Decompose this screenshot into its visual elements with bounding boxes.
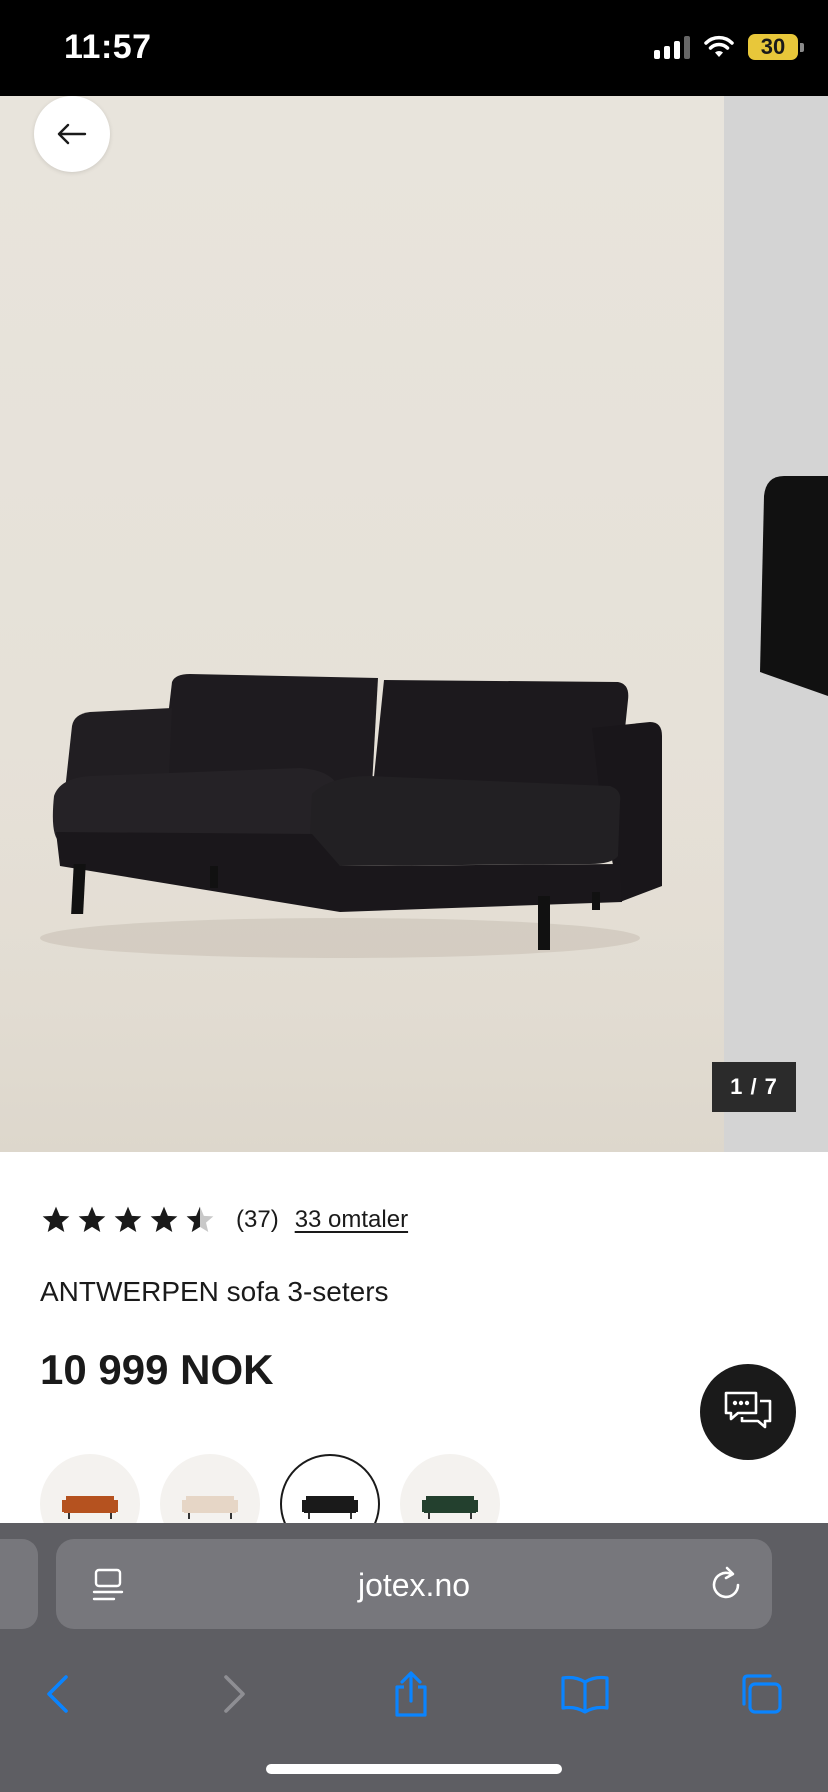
product-price: 10 999 NOK (40, 1346, 274, 1393)
tabs-icon (742, 1674, 782, 1714)
status-indicators: 30 (654, 34, 804, 60)
product-image-gallery[interactable]: 1 / 7 (0, 96, 828, 1152)
sofa-thumbnail (422, 1496, 478, 1519)
sofa-thumbnail (182, 1496, 238, 1519)
star-icon (150, 1206, 178, 1232)
rating-stars (40, 1204, 216, 1236)
product-photo[interactable] (0, 96, 724, 1152)
star-icon (78, 1206, 106, 1232)
sofa-thumbnail (62, 1496, 118, 1519)
browser-chrome: jotex.no (0, 1523, 828, 1792)
product-title: ANTWERPEN sofa 3-seters (40, 1276, 389, 1307)
sofa-thumbnail (302, 1496, 358, 1519)
next-product-photo-peek[interactable] (724, 96, 828, 1152)
back-nav-button[interactable] (32, 1669, 82, 1719)
sofa-image-next (760, 476, 828, 696)
chat-bubbles-icon (724, 1391, 772, 1429)
image-counter: 1 / 7 (712, 1062, 796, 1112)
forward-nav-button[interactable] (210, 1669, 260, 1719)
status-time: 11:57 (64, 28, 152, 66)
chevron-right-icon (224, 1675, 245, 1713)
previous-tab-peek[interactable] (0, 1539, 38, 1629)
star-icon (114, 1206, 142, 1232)
cellular-signal-icon (654, 35, 690, 59)
tabs-button[interactable] (736, 1669, 786, 1719)
reviews-link[interactable]: 33 omtaler (295, 1206, 408, 1234)
share-icon (395, 1671, 427, 1717)
address-bar[interactable]: jotex.no (56, 1539, 772, 1629)
sofa-image (0, 674, 724, 1152)
url-text[interactable]: jotex.no (56, 1567, 772, 1604)
rating-count: (37) (236, 1206, 279, 1233)
star-icon (42, 1206, 70, 1232)
browser-toolbar (0, 1647, 828, 1737)
book-icon (561, 1675, 609, 1714)
chevron-left-icon (47, 1675, 68, 1713)
battery-level: 30 (760, 34, 786, 59)
home-indicator (266, 1764, 562, 1774)
bookmarks-button[interactable] (560, 1669, 610, 1719)
rating-row: (37) 33 omtaler (40, 1200, 408, 1240)
chat-button[interactable] (700, 1364, 796, 1460)
wifi-icon (704, 35, 734, 57)
status-bar: 11:57 30 (0, 0, 828, 96)
battery-icon: 30 (748, 34, 804, 60)
back-button[interactable] (34, 96, 110, 172)
half-star-icon (186, 1206, 214, 1232)
share-button[interactable] (386, 1669, 436, 1719)
reload-icon[interactable] (708, 1565, 744, 1603)
arrow-left-icon (57, 123, 87, 145)
